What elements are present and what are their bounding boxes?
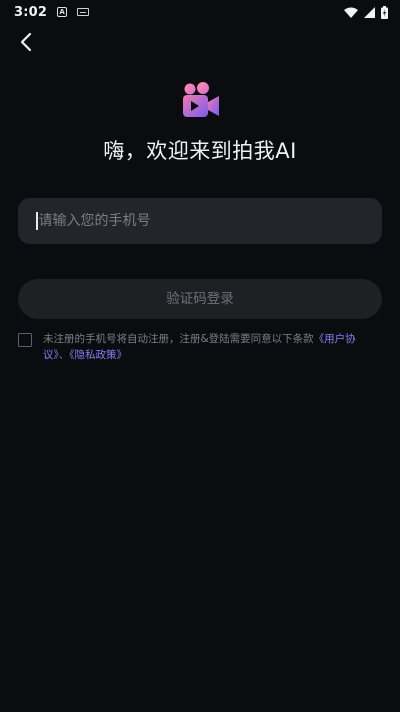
battery-icon: [381, 5, 388, 19]
agreement-checkbox[interactable]: [18, 333, 32, 347]
welcome-title: 嗨，欢迎来到拍我AI: [103, 139, 297, 163]
camera-logo-icon: [183, 82, 219, 117]
agreement-description: 未注册的手机号将自动注册，注册&登陆需要同意以下条款: [43, 333, 314, 345]
verification-login-button[interactable]: 验证码登录: [18, 279, 382, 319]
signal-icon: [364, 6, 375, 18]
phone-input-container[interactable]: [18, 198, 382, 244]
text-caret: [36, 212, 38, 230]
back-arrow-icon: [20, 32, 32, 52]
status-left: 3:02 A: [14, 4, 90, 20]
status-time: 3:02: [14, 4, 48, 20]
login-screen: 3:02 A 嗨，欢迎来到拍我AI 请输入您的手机号 验证码登录 未注册的手机号…: [0, 0, 400, 712]
agreement-row: 未注册的手机号将自动注册，注册&登陆需要同意以下条款《用户协议》、《隐私政策》: [18, 331, 382, 363]
agreement-text: 未注册的手机号将自动注册，注册&登陆需要同意以下条款《用户协议》、《隐私政策》: [43, 331, 363, 363]
back-button[interactable]: [10, 26, 42, 58]
privacy-policy-link[interactable]: 《隐私政策》: [69, 349, 127, 361]
status-bar: 3:02 A: [0, 0, 400, 24]
phone-input[interactable]: [38, 213, 364, 229]
keyboard-icon: [77, 8, 90, 16]
agreement-separator: 、: [58, 349, 70, 361]
status-right: [344, 5, 388, 19]
notification-app-icon: A: [57, 7, 68, 17]
wifi-icon: [344, 7, 358, 18]
